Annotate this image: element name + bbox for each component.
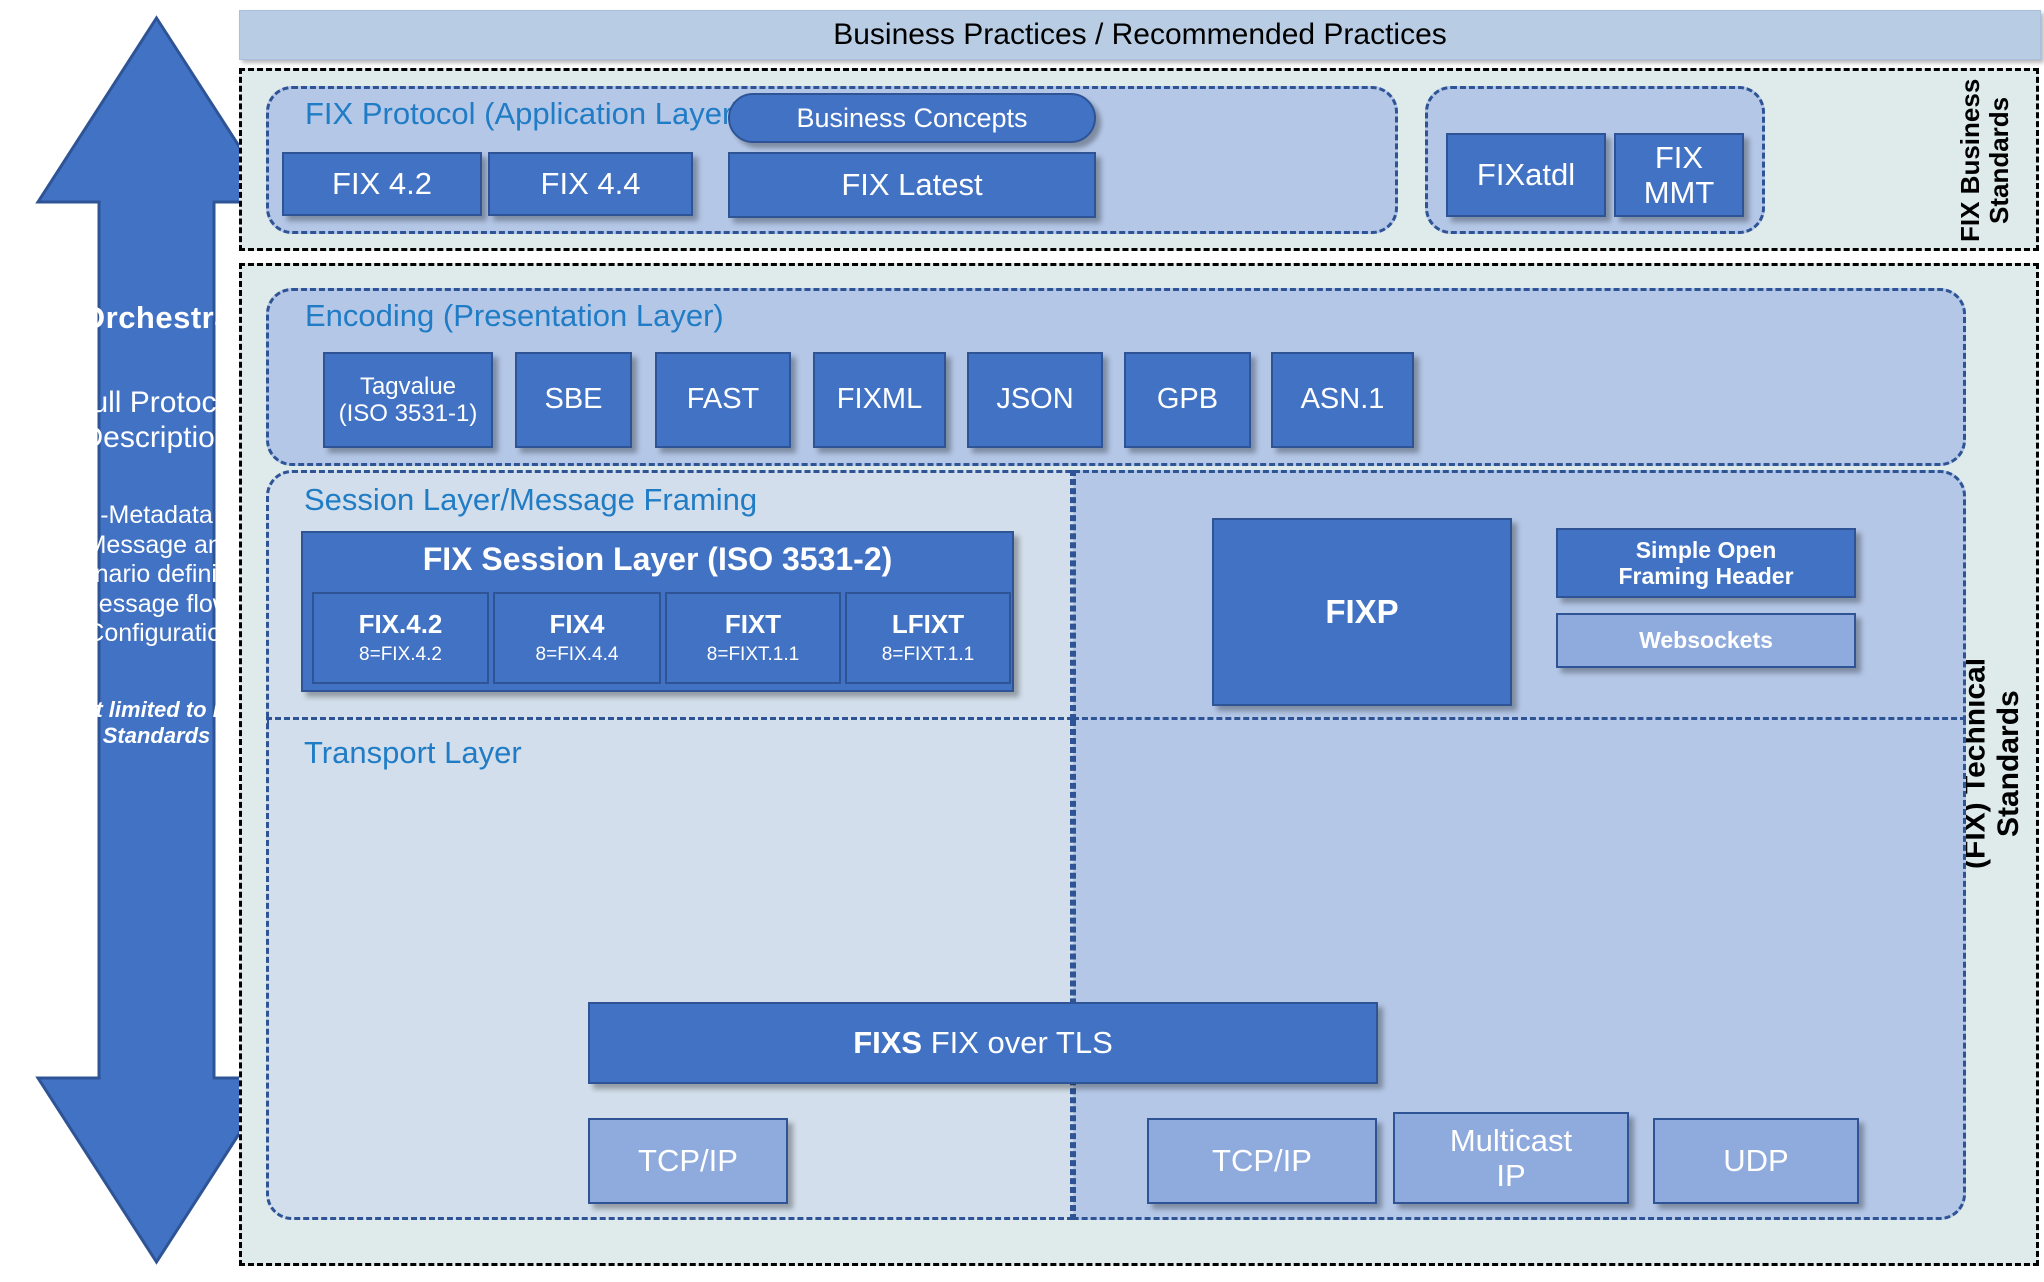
websockets-box[interactable]: Websockets (1556, 613, 1856, 668)
session-sub-tag: 8=FIXT.1.1 (881, 644, 975, 666)
fixs-bold-label: FIXS (853, 1025, 923, 1061)
transport-tcpip-left-label: TCP/IP (638, 1143, 738, 1179)
transport-layer-title: Transport Layer (304, 735, 522, 770)
session-sub-box-fixt[interactable]: FIXT 8=FIXT.1.1 (665, 592, 841, 684)
fix-latest-label: FIX Latest (841, 167, 983, 203)
encoding-box-label: FAST (686, 383, 760, 416)
encoding-presentation-layer-title: Encoding (Presentation Layer) (305, 298, 724, 333)
transport-multicast-ip-box[interactable]: Multicast IP (1393, 1112, 1629, 1204)
fix-protocol-application-layer-title: FIX Protocol (Application Layer) (305, 96, 743, 131)
session-sub-name: FIXT (724, 609, 782, 639)
transport-udp-box[interactable]: UDP (1653, 1118, 1859, 1204)
transport-tcpip-right-label: TCP/IP (1212, 1143, 1312, 1179)
fix-session-layer-box[interactable]: FIX Session Layer (ISO 3531-2) FIX.4.2 8=… (301, 531, 1014, 692)
business-practices-banner: Business Practices / Recommended Practic… (239, 10, 2041, 60)
fix-business-standards-label: FIX Business Standards (1955, 78, 2015, 242)
encoding-box-json[interactable]: JSON (967, 352, 1103, 448)
business-practices-banner-label: Business Practices / Recommended Practic… (833, 18, 1447, 51)
fixp-label: FIXP (1325, 593, 1399, 631)
websockets-label: Websockets (1639, 627, 1773, 654)
encoding-box-label: SBE (544, 383, 603, 416)
encoding-box-fixml[interactable]: FIXML (813, 352, 946, 448)
fixs-rest-label: FIX over TLS (922, 1025, 1113, 1061)
encoding-box-fast[interactable]: FAST (655, 352, 791, 448)
fix-mmt-box[interactable]: FIX MMT (1614, 133, 1744, 217)
session-sub-name: LFIXT (891, 609, 965, 639)
encoding-box-label: GPB (1156, 383, 1219, 416)
fix-latest-box[interactable]: FIX Latest (728, 152, 1096, 218)
session-sub-name: FIX.4.2 (358, 609, 443, 639)
encoding-box-gpb[interactable]: GPB (1124, 352, 1251, 448)
session-sub-box-lfixt[interactable]: LFIXT 8=FIXT.1.1 (845, 592, 1011, 684)
encoding-box-label: FIXML (836, 383, 923, 416)
encoding-box-asn-1[interactable]: ASN.1 (1271, 352, 1414, 448)
fix-session-layer-title: FIX Session Layer (ISO 3531-2) (422, 541, 893, 577)
session-sub-tag: 8=FIXT.1.1 (706, 644, 800, 666)
business-concepts-label: Business Concepts (796, 102, 1028, 133)
fixs-fix-over-tls-box[interactable]: FIXS FIX over TLS (588, 1002, 1378, 1084)
fix-44-label: FIX 4.4 (540, 166, 641, 202)
fix-technical-standards-label: (FIX) Technical Standards (1958, 657, 2025, 870)
fixatdl-label: FIXatdl (1476, 157, 1576, 193)
transport-multicast-ip-label: Multicast IP (1449, 1122, 1573, 1193)
session-sub-box-fix-4-2[interactable]: FIX.4.2 8=FIX.4.2 (312, 592, 489, 684)
encoding-box-sbe[interactable]: SBE (515, 352, 632, 448)
fix-42-box[interactable]: FIX 4.2 (282, 152, 482, 216)
fixs-label: FIXS FIX over TLS (853, 1025, 1113, 1060)
simple-open-framing-header-label: Simple Open Framing Header (1618, 536, 1794, 589)
transport-tcpip-left-box[interactable]: TCP/IP (588, 1118, 788, 1204)
fix-42-label: FIX 4.2 (332, 166, 432, 202)
fixatdl-box[interactable]: FIXatdl (1446, 133, 1606, 217)
fix-mmt-label: FIX MMT (1643, 139, 1715, 210)
session-sub-tag: 8=FIX.4.4 (535, 644, 619, 666)
session-layer-title: Session Layer/Message Framing (304, 482, 758, 517)
transport-tcpip-right-box[interactable]: TCP/IP (1147, 1118, 1377, 1204)
session-sub-tag: 8=FIX.4.2 (359, 644, 442, 666)
simple-open-framing-header-box[interactable]: Simple Open Framing Header (1556, 528, 1856, 598)
business-concepts-box[interactable]: Business Concepts (728, 93, 1096, 143)
session-sub-box-fix4[interactable]: FIX4 8=FIX.4.4 (493, 592, 661, 684)
session-sub-name: FIX4 (549, 609, 605, 639)
encoding-box-label: JSON (996, 383, 1074, 416)
fixp-box[interactable]: FIXP (1212, 518, 1512, 706)
encoding-box-tagvalue-iso-3531-1[interactable]: Tagvalue (ISO 3531-1) (323, 352, 493, 448)
encoding-box-label: Tagvalue (ISO 3531-1) (338, 372, 478, 427)
encoding-box-label: ASN.1 (1300, 383, 1385, 416)
transport-udp-label: UDP (1723, 1143, 1789, 1179)
fix-44-box[interactable]: FIX 4.4 (488, 152, 693, 216)
